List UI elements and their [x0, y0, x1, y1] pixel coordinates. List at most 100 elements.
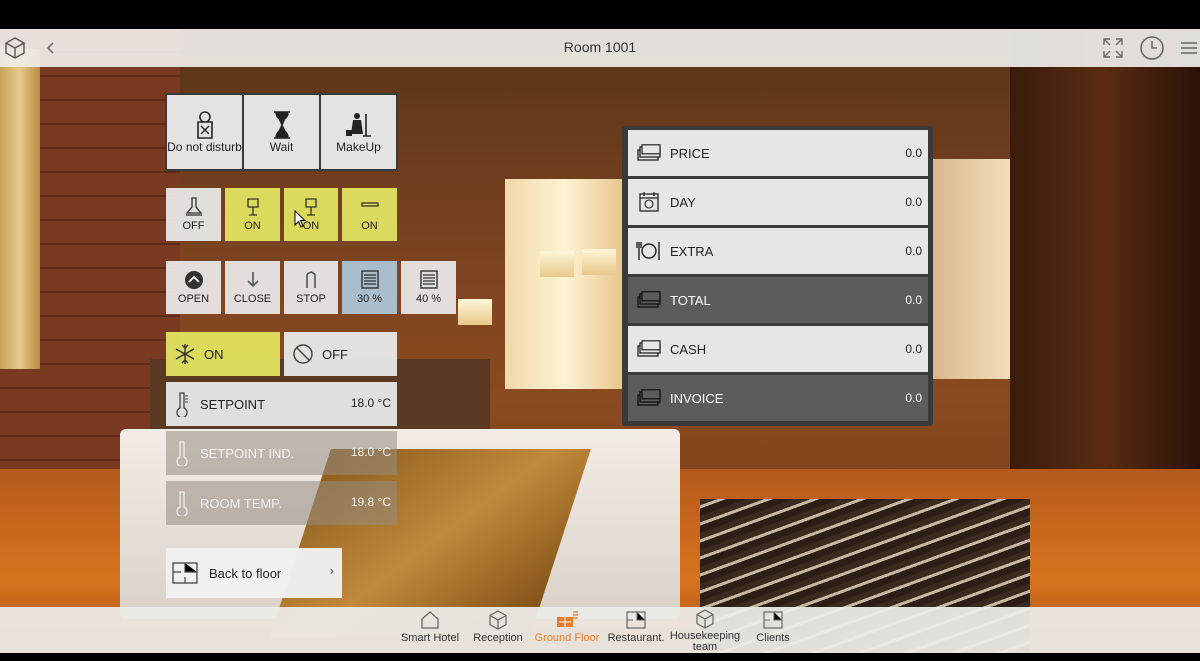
snowflake-icon — [175, 344, 195, 364]
open-icon — [184, 271, 203, 289]
billing-label: DAY — [670, 194, 696, 210]
setpoint-row[interactable]: SETPOINT 18.0 °C — [166, 382, 397, 426]
room-temp-value: 19.8 °C — [350, 495, 391, 509]
blind-label: 40 % — [415, 293, 442, 305]
thermometer-icon — [176, 392, 188, 417]
calendar-icon — [636, 191, 662, 213]
nav-label: Clients — [756, 632, 790, 644]
lamp-1 — [458, 299, 492, 325]
table-lamp-icon — [246, 198, 259, 216]
setpoint-ind-value: 18.0 °C — [350, 445, 391, 459]
hvac-off-label: OFF — [322, 346, 348, 362]
blind-label: CLOSE — [233, 293, 272, 305]
light-button-4[interactable]: ON — [342, 188, 397, 241]
hourglass-icon — [273, 111, 290, 139]
service-buttons: Do not disturb Wait MakeUp — [165, 93, 398, 171]
billing-row-invoice[interactable]: INVOICE 0.0 — [628, 375, 928, 421]
billing-row-extra[interactable]: EXTRA 0.0 — [628, 228, 928, 274]
nav-label: Reception — [473, 632, 523, 644]
money-icon — [636, 387, 662, 409]
fullscreen-icon[interactable] — [1098, 33, 1128, 63]
blind-stop-button[interactable]: STOP — [284, 261, 338, 314]
hvac-on-button[interactable]: ON — [166, 332, 280, 376]
page-title: Room 1001 — [563, 39, 637, 55]
power-off-icon — [293, 344, 313, 364]
nav-label: Ground Floor — [534, 632, 600, 644]
service-label: Wait — [269, 140, 294, 154]
blind-40-button[interactable]: 40 % — [401, 261, 456, 314]
setpoint-value: 18.0 °C — [350, 396, 391, 410]
do-not-disturb-button[interactable]: Do not disturb — [167, 95, 242, 169]
home-icon — [418, 609, 442, 631]
window — [505, 179, 625, 389]
ceiling-lamp-icon — [185, 197, 202, 216]
lamp-3 — [540, 251, 574, 277]
nav-clients[interactable]: Clients — [737, 609, 809, 653]
nav-smart-hotel[interactable]: Smart Hotel — [394, 609, 466, 653]
wait-button[interactable]: Wait — [244, 95, 319, 169]
billing-row-total[interactable]: TOTAL 0.0 — [628, 277, 928, 323]
top-bar: Room 1001 — [0, 29, 1200, 67]
light-state: ON — [361, 220, 378, 232]
stop-icon — [306, 271, 316, 288]
money-icon — [636, 338, 662, 360]
blind-icon — [419, 270, 438, 289]
billing-panel: PRICE 0.0 DAY 0.0 EXTRA 0.0 TOTAL 0.0 CA… — [622, 126, 933, 426]
blind-close-button[interactable]: CLOSE — [225, 261, 280, 314]
do-not-disturb-icon — [196, 111, 213, 139]
blind-label: STOP — [296, 293, 326, 305]
nav-reception[interactable]: Reception — [462, 609, 534, 653]
cube-icon — [693, 609, 717, 629]
hvac-off-button[interactable]: OFF — [284, 332, 397, 376]
blind-open-button[interactable]: OPEN — [166, 261, 221, 314]
nav-restaurant[interactable]: Restaurant. — [600, 609, 672, 653]
money-icon — [636, 289, 662, 311]
billing-value: 0.0 — [905, 195, 922, 209]
nav-housekeeping-team[interactable]: Housekeeping team — [669, 609, 741, 653]
thermometer-icon — [176, 441, 188, 466]
billing-label: INVOICE — [670, 390, 724, 406]
chevron-right-icon: › — [329, 563, 334, 578]
cube-icon — [486, 609, 510, 631]
light-button-2[interactable]: ON — [225, 188, 280, 241]
billing-value: 0.0 — [905, 293, 922, 307]
lamp-2 — [582, 249, 616, 275]
service-label: MakeUp — [336, 140, 381, 154]
light-button-1[interactable]: OFF — [166, 188, 221, 241]
window-right — [930, 159, 1010, 379]
cutlery-icon — [636, 240, 662, 262]
hvac-on-label: ON — [204, 346, 224, 362]
light-button-3[interactable]: ON — [284, 188, 338, 241]
housekeeper-icon — [345, 113, 371, 137]
strip-light-icon — [360, 202, 379, 207]
bottom-letterbox — [0, 653, 1200, 661]
blind-30-button[interactable]: 30 % — [342, 261, 397, 314]
billing-label: CASH — [670, 341, 707, 357]
menu-icon[interactable] — [1176, 33, 1200, 63]
billing-value: 0.0 — [905, 244, 922, 258]
setpoint-ind-label: SETPOINT IND. — [200, 445, 295, 461]
billing-row-cash[interactable]: CASH 0.0 — [628, 326, 928, 372]
billing-row-day[interactable]: DAY 0.0 — [628, 179, 928, 225]
back-to-floor-label: Back to floor — [209, 565, 282, 581]
close-arrow-icon — [246, 272, 259, 288]
nav-label: Housekeeping team — [669, 630, 741, 653]
billing-label: TOTAL — [670, 292, 711, 308]
nav-ground-floor[interactable]: Ground Floor — [531, 609, 603, 653]
nav-label: Smart Hotel — [400, 632, 460, 644]
nav-label: Restaurant. — [607, 632, 665, 644]
back-to-floor-button[interactable]: Back to floor › — [166, 548, 342, 598]
billing-value: 0.0 — [905, 391, 922, 405]
makeup-button[interactable]: MakeUp — [321, 95, 396, 169]
floorplan-icon — [624, 609, 648, 631]
blind-icon — [360, 270, 379, 289]
floorplan-icon — [172, 562, 198, 584]
service-label: Do not disturb — [167, 140, 242, 154]
thermometer-icon — [176, 491, 188, 516]
billing-value: 0.0 — [905, 146, 922, 160]
light-state: ON — [244, 220, 261, 232]
history-icon[interactable] — [1137, 33, 1167, 63]
blind-label: OPEN — [177, 293, 210, 305]
room-temp-row: ROOM TEMP. 19.8 °C — [166, 481, 397, 525]
billing-row-price[interactable]: PRICE 0.0 — [628, 130, 928, 176]
